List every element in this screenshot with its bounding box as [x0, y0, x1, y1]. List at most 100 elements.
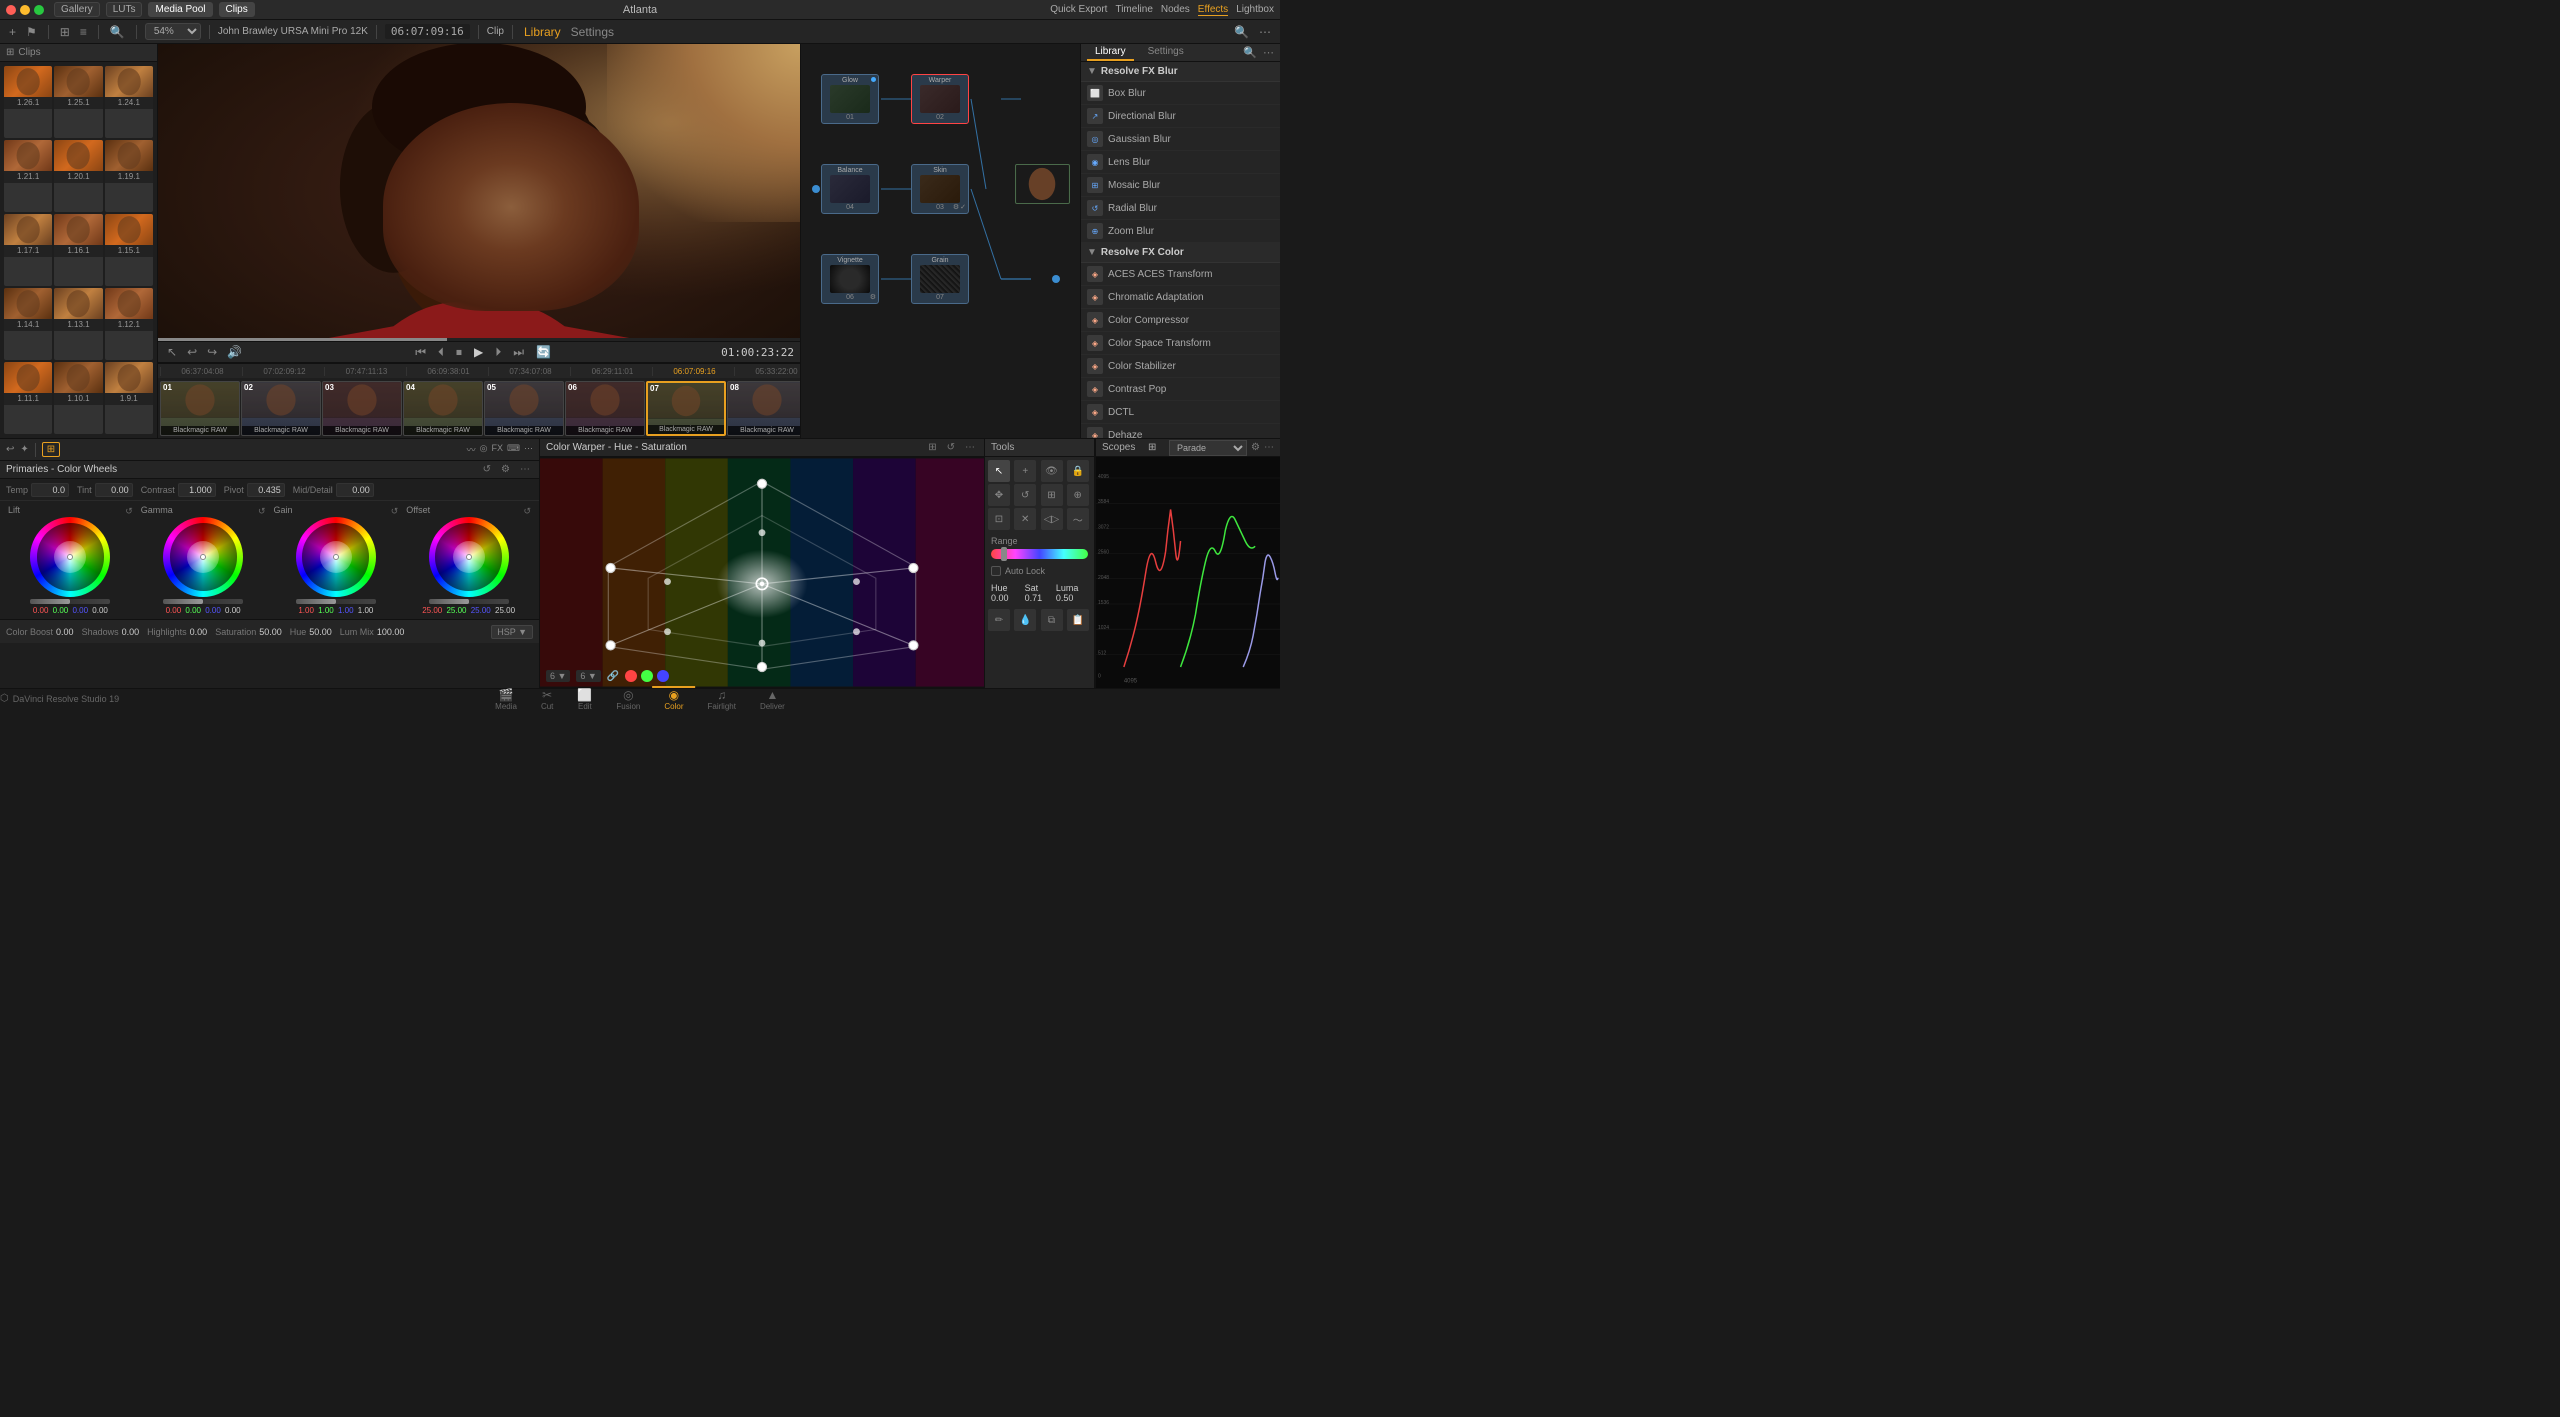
- clip-thumb-3[interactable]: 1.21.1: [4, 140, 52, 212]
- wheel-canvas-1[interactable]: [163, 517, 243, 597]
- stop-btn[interactable]: ⏹: [453, 345, 465, 360]
- saturation-value[interactable]: 50.00: [259, 627, 282, 637]
- temp-input[interactable]: [31, 483, 69, 497]
- paste-tool-btn[interactable]: 📋: [1067, 609, 1089, 631]
- media-pool-btn[interactable]: Media Pool: [148, 2, 212, 17]
- range-slider[interactable]: [991, 549, 1088, 559]
- search-icon[interactable]: 🔍: [107, 23, 128, 41]
- primaries-settings-btn[interactable]: ⚙: [498, 463, 513, 476]
- blue-channel-btn[interactable]: [657, 670, 669, 682]
- more-tool-icon[interactable]: ⋯: [524, 443, 533, 456]
- warper-reset-btn[interactable]: ↺: [944, 441, 958, 454]
- red-channel-btn[interactable]: [625, 670, 637, 682]
- timeline-btn[interactable]: Timeline: [1115, 4, 1152, 15]
- primaries-reset-btn[interactable]: ↺: [480, 463, 494, 476]
- fx-icon[interactable]: FX: [491, 443, 503, 456]
- clip-thumb-4[interactable]: 1.20.1: [54, 140, 102, 212]
- node-grain[interactable]: Grain 07: [911, 254, 969, 304]
- tl-clip-4[interactable]: 05 Blackmagic RAW: [484, 381, 564, 436]
- select-all-btn[interactable]: ⊡: [988, 508, 1010, 530]
- magic-wand-icon[interactable]: ✦: [20, 444, 28, 455]
- effect-color-0[interactable]: ◈ ACES ACES Transform: [1081, 263, 1280, 286]
- tint-input[interactable]: [95, 483, 133, 497]
- copy-tool-btn[interactable]: ⧉: [1041, 609, 1063, 631]
- clip-thumb-7[interactable]: 1.16.1: [54, 214, 102, 286]
- node-vignette[interactable]: Vignette 06 ⚙: [821, 254, 879, 304]
- library-tab[interactable]: Library: [1087, 44, 1134, 61]
- clip-thumb-10[interactable]: 1.13.1: [54, 288, 102, 360]
- boost-value[interactable]: 0.00: [56, 627, 74, 637]
- redo-btn[interactable]: ↪: [204, 345, 220, 359]
- wheel-reset-0[interactable]: ↺: [125, 506, 133, 517]
- green-channel-btn[interactable]: [641, 670, 653, 682]
- warper-grid-btn[interactable]: ⊞: [925, 441, 939, 454]
- blur-section-header[interactable]: ▼ Resolve FX Blur: [1081, 62, 1280, 82]
- scope-mode-select[interactable]: Parade Waveform Histogram Vectorscope: [1169, 440, 1247, 456]
- clip-thumb-14[interactable]: 1.9.1: [105, 362, 153, 434]
- node-skin[interactable]: Skin 03 ⚙ ✓: [911, 164, 969, 214]
- scopes-expand-btn[interactable]: ⊞: [1148, 442, 1156, 453]
- effect-blur-3[interactable]: ◉ Lens Blur: [1081, 151, 1280, 174]
- move-tool-btn[interactable]: ✥: [988, 484, 1010, 506]
- wheel-canvas-2[interactable]: [296, 517, 376, 597]
- bottom-tab-cut[interactable]: ✂ Cut: [529, 686, 565, 711]
- add-point-btn[interactable]: +: [1014, 460, 1036, 482]
- node-warper[interactable]: Warper 02: [911, 74, 969, 124]
- go-start-btn[interactable]: ⏮: [412, 345, 429, 360]
- loop-btn[interactable]: 🔄: [533, 345, 554, 359]
- push-pull-btn[interactable]: ◁▷: [1041, 508, 1063, 530]
- hsp-btn[interactable]: HSP ▼: [491, 625, 533, 639]
- warper-node-type-btn[interactable]: 6 ▼: [576, 670, 600, 682]
- clip-thumb-0[interactable]: 1.26.1: [4, 66, 52, 138]
- rotate-tool-btn[interactable]: ↺: [1014, 484, 1036, 506]
- library-tab-btn[interactable]: Library: [521, 23, 564, 41]
- clip-thumb-13[interactable]: 1.10.1: [54, 362, 102, 434]
- go-end-btn[interactable]: ⏭: [510, 345, 527, 360]
- pencil-tool-btn[interactable]: ✏: [988, 609, 1010, 631]
- tl-clip-2[interactable]: 03 Blackmagic RAW: [322, 381, 402, 436]
- effect-blur-5[interactable]: ↺ Radial Blur: [1081, 197, 1280, 220]
- delete-btn[interactable]: ✕: [1014, 508, 1036, 530]
- anchor-tool-btn[interactable]: ⊕: [1067, 484, 1089, 506]
- close-button[interactable]: [6, 5, 16, 15]
- flag-icon[interactable]: ⚑: [23, 23, 40, 41]
- clips-btn[interactable]: Clips: [219, 2, 255, 17]
- effect-color-7[interactable]: ◈ Dehaze: [1081, 424, 1280, 438]
- wheel-reset-1[interactable]: ↺: [258, 506, 266, 517]
- undo-btn[interactable]: ↩: [184, 345, 200, 359]
- more-effects-icon[interactable]: ⋯: [1263, 46, 1274, 59]
- prev-frame-btn[interactable]: ⏴: [435, 345, 447, 360]
- maximize-button[interactable]: [34, 5, 44, 15]
- clip-thumb-9[interactable]: 1.14.1: [4, 288, 52, 360]
- minimize-button[interactable]: [20, 5, 30, 15]
- wheel-bar-3[interactable]: [429, 599, 509, 604]
- scale-tool-btn[interactable]: ⊞: [1041, 484, 1063, 506]
- effects-btn[interactable]: Effects: [1198, 4, 1228, 16]
- tl-clip-3[interactable]: 04 Blackmagic RAW: [403, 381, 483, 436]
- zoom-select[interactable]: 54% 100% 50%: [145, 23, 201, 40]
- tl-clip-0[interactable]: 01 Blackmagic RAW: [160, 381, 240, 436]
- grid-view-icon[interactable]: ⊞: [57, 23, 73, 41]
- clip-thumb-6[interactable]: 1.17.1: [4, 214, 52, 286]
- wheel-bar-0[interactable]: [30, 599, 110, 604]
- effect-color-1[interactable]: ◈ Chromatic Adaptation: [1081, 286, 1280, 309]
- scopes-more-icon[interactable]: ⋯: [1264, 442, 1274, 453]
- add-icon[interactable]: +: [6, 23, 19, 41]
- pivot-input[interactable]: [247, 483, 285, 497]
- effect-color-2[interactable]: ◈ Color Compressor: [1081, 309, 1280, 332]
- tl-clip-5[interactable]: 06 Blackmagic RAW: [565, 381, 645, 436]
- effect-color-4[interactable]: ◈ Color Stabilizer: [1081, 355, 1280, 378]
- settings-tab-btn[interactable]: Settings: [568, 23, 617, 41]
- effect-color-5[interactable]: ◈ Contrast Pop: [1081, 378, 1280, 401]
- curve-icon[interactable]: 〰: [467, 443, 476, 456]
- wheel-canvas-0[interactable]: [30, 517, 110, 597]
- eye-tool-btn[interactable]: 👁: [1041, 460, 1063, 482]
- key-icon[interactable]: ⌨: [507, 443, 520, 456]
- hue-value[interactable]: 50.00: [309, 627, 332, 637]
- clip-thumb-11[interactable]: 1.12.1: [105, 288, 153, 360]
- tl-clip-7[interactable]: 08 Blackmagic RAW: [727, 381, 800, 436]
- tl-clip-1[interactable]: 02 Blackmagic RAW: [241, 381, 321, 436]
- nodes-btn[interactable]: Nodes: [1161, 4, 1190, 15]
- shadows-value[interactable]: 0.00: [122, 627, 140, 637]
- reset-tool-icon[interactable]: ↩: [6, 444, 14, 455]
